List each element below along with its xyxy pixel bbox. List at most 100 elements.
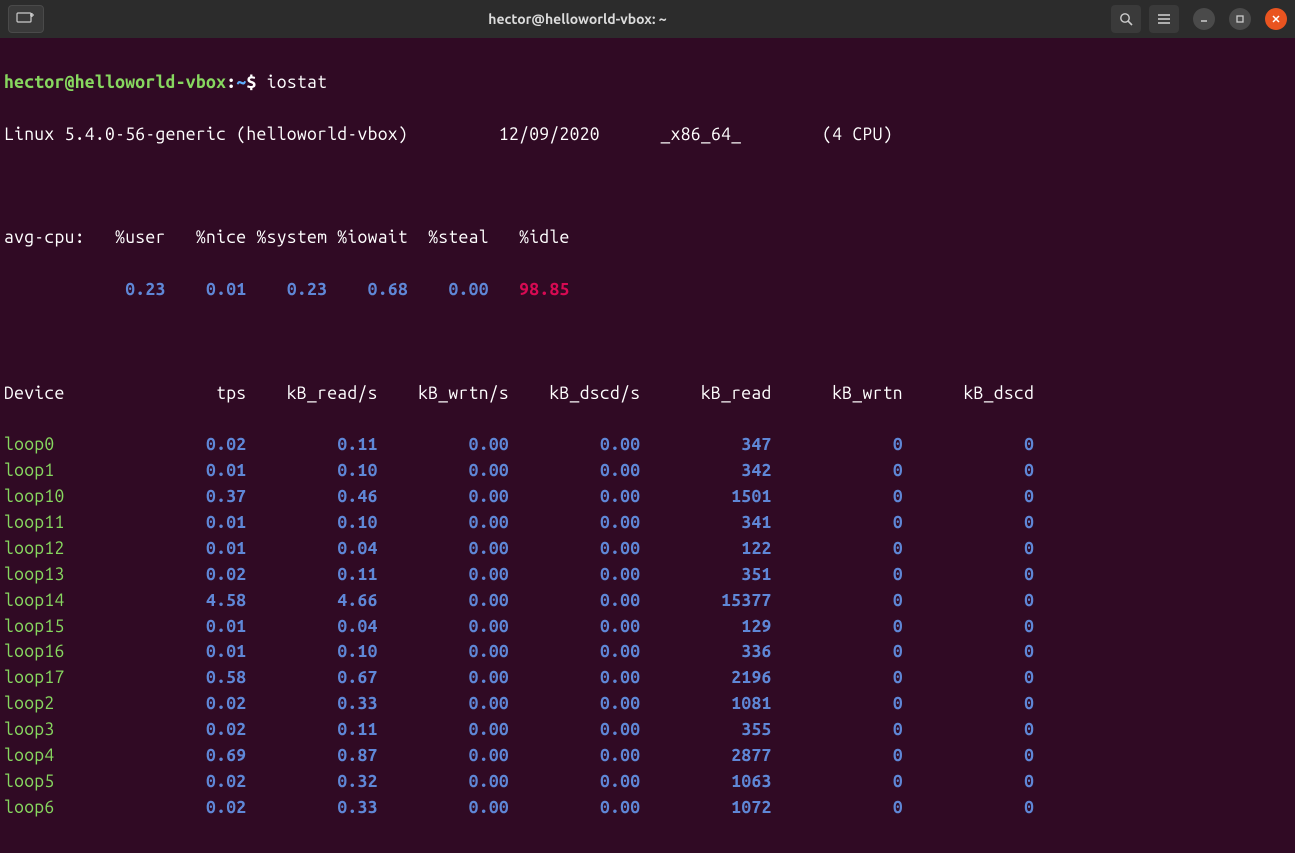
tps: 4.58 xyxy=(166,591,247,610)
hamburger-menu-button[interactable] xyxy=(1149,5,1179,33)
cpu-nice: 0.01 xyxy=(196,280,247,299)
prompt-line: hector@helloworld-vbox:~$ iostat xyxy=(4,70,1291,96)
kb-wrtn-s: 0.00 xyxy=(378,746,509,765)
kb-wrtn-s: 0.00 xyxy=(378,694,509,713)
kb-dscd-s: 0.00 xyxy=(509,513,640,532)
kb-dscd: 0 xyxy=(903,617,1034,636)
command-text xyxy=(257,73,267,92)
kb-read-s: 0.87 xyxy=(246,746,377,765)
table-row: loop14 4.58 4.66 0.00 0.00 15377 0 0 xyxy=(4,588,1291,614)
kb-dscd-s: 0.00 xyxy=(509,720,640,739)
cpu-header-line: avg-cpu: %user %nice %system %iowait %st… xyxy=(4,225,1291,251)
kb-read-s: 0.04 xyxy=(246,539,377,558)
device-name: loop13 xyxy=(4,565,166,584)
device-name: loop17 xyxy=(4,668,166,687)
tps: 0.02 xyxy=(166,694,247,713)
kb-wrtn: 0 xyxy=(772,772,903,791)
table-row: loop15 0.01 0.04 0.00 0.00 129 0 0 xyxy=(4,614,1291,640)
kb-read-s: 0.11 xyxy=(246,720,377,739)
maximize-icon xyxy=(1235,14,1245,24)
prompt-path: ~ xyxy=(236,73,246,92)
kb-read-s: 0.11 xyxy=(246,435,377,454)
kb-read: 342 xyxy=(640,461,771,480)
minimize-icon xyxy=(1199,14,1209,24)
window-titlebar: hector@helloworld-vbox: ~ xyxy=(0,0,1295,38)
kb-wrtn: 0 xyxy=(772,591,903,610)
kb-dscd-s: 0.00 xyxy=(509,487,640,506)
kb-dscd-s: 0.00 xyxy=(509,591,640,610)
kb-dscd: 0 xyxy=(903,694,1034,713)
device-name: loop3 xyxy=(4,720,166,739)
device-header-line: Device tps kB_read/s kB_wrtn/s kB_dscd/s… xyxy=(4,381,1291,407)
tps: 0.37 xyxy=(166,487,247,506)
kb-dscd-s: 0.00 xyxy=(509,694,640,713)
tps: 0.02 xyxy=(166,798,247,817)
kb-read-s: 4.66 xyxy=(246,591,377,610)
device-name: loop6 xyxy=(4,798,166,817)
new-tab-button[interactable] xyxy=(8,5,44,33)
table-row: loop3 0.02 0.11 0.00 0.00 355 0 0 xyxy=(4,717,1291,743)
kb-dscd-s: 0.00 xyxy=(509,565,640,584)
table-row: loop16 0.01 0.10 0.00 0.00 336 0 0 xyxy=(4,639,1291,665)
kb-read-s: 0.10 xyxy=(246,513,377,532)
kb-dscd: 0 xyxy=(903,513,1034,532)
minimize-button[interactable] xyxy=(1193,8,1215,30)
blank-line-1 xyxy=(4,173,1291,199)
maximize-button[interactable] xyxy=(1229,8,1251,30)
kb-dscd-s: 0.00 xyxy=(509,539,640,558)
tps: 0.02 xyxy=(166,720,247,739)
terminal-body[interactable]: hector@helloworld-vbox:~$ iostat Linux 5… xyxy=(0,38,1295,853)
close-icon xyxy=(1271,14,1281,24)
device-name: loop2 xyxy=(4,694,166,713)
kb-read-s: 0.67 xyxy=(246,668,377,687)
kb-read: 15377 xyxy=(640,591,771,610)
kb-read: 1063 xyxy=(640,772,771,791)
cpu-user: 0.23 xyxy=(105,280,166,299)
tps: 0.01 xyxy=(166,642,247,661)
kb-dscd: 0 xyxy=(903,668,1034,687)
kb-wrtn-s: 0.00 xyxy=(378,772,509,791)
device-name: loop10 xyxy=(4,487,166,506)
kb-read: 2877 xyxy=(640,746,771,765)
kb-wrtn: 0 xyxy=(772,642,903,661)
tps: 0.01 xyxy=(166,617,247,636)
kb-wrtn-s: 0.00 xyxy=(378,513,509,532)
new-tab-icon xyxy=(16,12,36,26)
kb-dscd-s: 0.00 xyxy=(509,668,640,687)
tps: 0.69 xyxy=(166,746,247,765)
tps: 0.01 xyxy=(166,539,247,558)
kb-dscd-s: 0.00 xyxy=(509,435,640,454)
kb-dscd: 0 xyxy=(903,798,1034,817)
table-row: loop5 0.02 0.32 0.00 0.00 1063 0 0 xyxy=(4,769,1291,795)
kb-dscd: 0 xyxy=(903,435,1034,454)
kb-read: 122 xyxy=(640,539,771,558)
kb-read-s: 0.10 xyxy=(246,642,377,661)
device-name: loop12 xyxy=(4,539,166,558)
kb-dscd-s: 0.00 xyxy=(509,746,640,765)
table-row: loop6 0.02 0.33 0.00 0.00 1072 0 0 xyxy=(4,795,1291,821)
search-icon xyxy=(1119,12,1133,26)
blank-line-2 xyxy=(4,329,1291,355)
cpu-system: 0.23 xyxy=(257,280,328,299)
kb-read: 336 xyxy=(640,642,771,661)
kb-wrtn: 0 xyxy=(772,487,903,506)
search-button[interactable] xyxy=(1111,5,1141,33)
tps: 0.01 xyxy=(166,461,247,480)
kb-read: 347 xyxy=(640,435,771,454)
close-button[interactable] xyxy=(1265,8,1287,30)
kb-wrtn: 0 xyxy=(772,435,903,454)
kb-wrtn-s: 0.00 xyxy=(378,487,509,506)
kb-dscd: 0 xyxy=(903,772,1034,791)
kb-wrtn: 0 xyxy=(772,461,903,480)
table-row: loop0 0.02 0.11 0.00 0.00 347 0 0 xyxy=(4,432,1291,458)
kb-wrtn-s: 0.00 xyxy=(378,720,509,739)
kb-read-s: 0.10 xyxy=(246,461,377,480)
device-name: loop16 xyxy=(4,642,166,661)
kb-wrtn: 0 xyxy=(772,668,903,687)
kb-read-s: 0.11 xyxy=(246,565,377,584)
kb-dscd-s: 0.00 xyxy=(509,461,640,480)
kb-read-s: 0.33 xyxy=(246,694,377,713)
device-name: loop0 xyxy=(4,435,166,454)
kb-wrtn: 0 xyxy=(772,617,903,636)
device-name: loop15 xyxy=(4,617,166,636)
